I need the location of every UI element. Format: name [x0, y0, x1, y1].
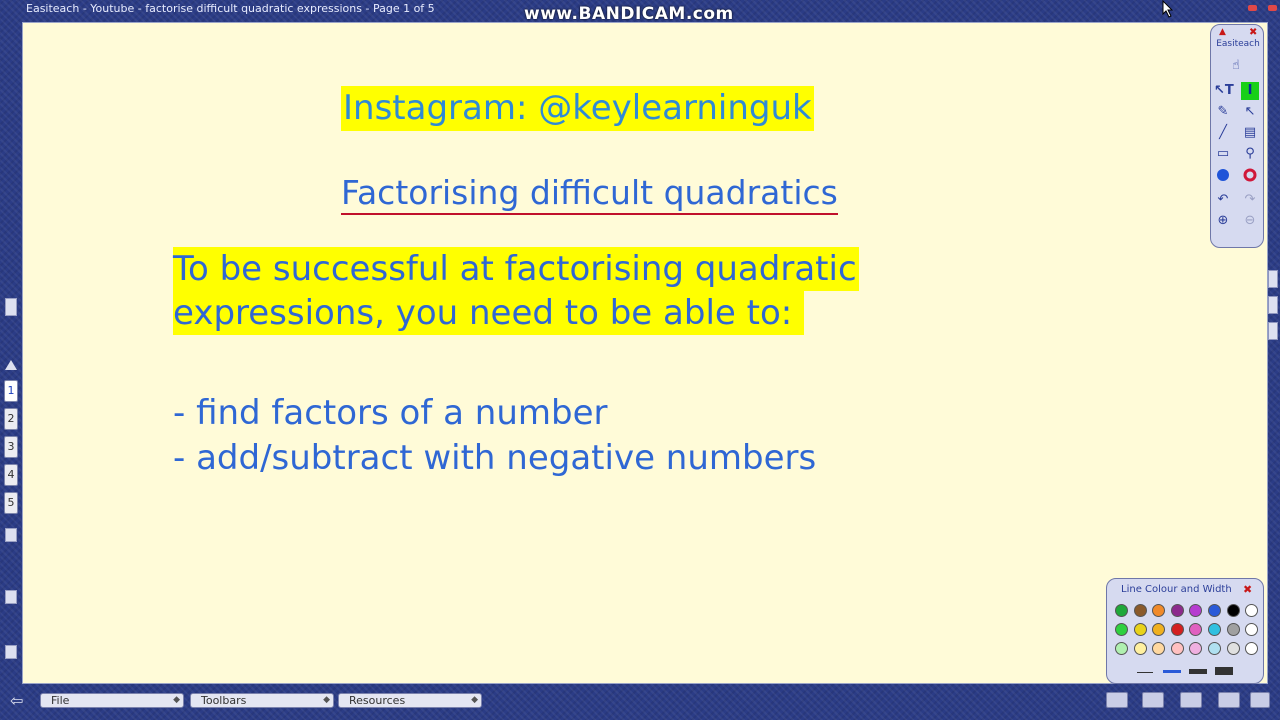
- page-scroll-up-icon[interactable]: [5, 360, 17, 370]
- settings-icon[interactable]: [1250, 692, 1270, 708]
- bandicam-watermark: www.BANDICAM.com: [524, 4, 734, 24]
- page-tab-5[interactable]: 5: [4, 492, 18, 514]
- right-tab[interactable]: [1268, 270, 1278, 288]
- undo-icon[interactable]: ↶: [1214, 191, 1232, 209]
- toolbars-menu[interactable]: Toolbars ◆: [190, 693, 334, 708]
- colour-swatch[interactable]: [1170, 642, 1184, 655]
- intro-text: To be successful at factorising quadrati…: [173, 247, 859, 335]
- colour-swatch[interactable]: [1208, 642, 1221, 655]
- instagram-handle: Instagram: @keylearninguk: [341, 86, 814, 131]
- chevron-down-icon: ◆: [471, 695, 478, 705]
- hand-icon[interactable]: ☝: [1227, 57, 1245, 75]
- intro-line: expressions, you need to be able to:: [173, 291, 805, 335]
- colour-swatch[interactable]: [1189, 623, 1203, 636]
- blue-dot-icon[interactable]: [1214, 168, 1232, 186]
- left-panel-grip[interactable]: [5, 298, 17, 316]
- palette-title: Line Colour and Width: [1121, 584, 1232, 595]
- colour-swatch[interactable]: [1189, 642, 1203, 655]
- toolbars-menu-label: Toolbars: [201, 694, 247, 707]
- colour-swatch[interactable]: [1133, 623, 1147, 636]
- colour-swatch[interactable]: [1245, 604, 1259, 617]
- chevron-down-icon: ◆: [173, 695, 180, 705]
- colour-swatch[interactable]: [1133, 604, 1147, 617]
- resources-menu-label: Resources: [349, 694, 406, 707]
- list-item: - add/subtract with negative numbers: [173, 438, 817, 478]
- bottom-toolbar: ⇦ File ◆ Toolbars ◆ Resources ◆: [0, 690, 1280, 720]
- colour-swatch[interactable]: [1115, 642, 1128, 655]
- page-options-button[interactable]: [5, 645, 17, 659]
- colour-swatch[interactable]: [1152, 604, 1166, 617]
- colour-swatch[interactable]: [1245, 642, 1259, 655]
- back-icon[interactable]: ⇦: [10, 691, 23, 710]
- slide-heading: Factorising difficult quadratics: [341, 173, 838, 215]
- line-width-medium[interactable]: [1163, 670, 1181, 673]
- right-tab[interactable]: [1268, 322, 1278, 340]
- resources-menu[interactable]: Resources ◆: [338, 693, 482, 708]
- page-scroll-down-icon[interactable]: [5, 590, 17, 604]
- keyboard-icon[interactable]: [1180, 692, 1202, 708]
- pen-icon[interactable]: ✎: [1214, 103, 1232, 121]
- toolbox-title: Easiteach: [1216, 39, 1260, 49]
- line-icon[interactable]: ╱: [1214, 124, 1232, 142]
- right-tab[interactable]: [1268, 296, 1278, 314]
- forward-icon[interactable]: [1218, 692, 1240, 708]
- line-width-thick[interactable]: [1189, 669, 1207, 674]
- colour-swatch[interactable]: [1115, 604, 1128, 617]
- page-tab-3[interactable]: 3: [4, 436, 18, 458]
- colour-swatch[interactable]: [1152, 623, 1166, 636]
- rectangle-icon[interactable]: ▭: [1214, 145, 1232, 163]
- colour-swatch[interactable]: [1208, 623, 1221, 636]
- redo-icon[interactable]: ↷: [1241, 191, 1259, 209]
- page-tab-4[interactable]: 4: [4, 464, 18, 486]
- colour-swatch[interactable]: [1189, 604, 1203, 617]
- page-add-button[interactable]: [5, 528, 17, 542]
- palette-close-icon[interactable]: ✖: [1243, 583, 1252, 596]
- right-side-strip: [1268, 270, 1278, 348]
- ruler-icon[interactable]: [1142, 692, 1164, 708]
- intro-line: To be successful at factorising quadrati…: [173, 247, 859, 291]
- whiteboard-canvas[interactable]: Instagram: @keylearninguk Factorising di…: [22, 22, 1268, 684]
- text-tool-icon[interactable]: I: [1241, 82, 1259, 100]
- page-tab-2[interactable]: 2: [4, 408, 18, 430]
- close-button[interactable]: [1268, 5, 1277, 11]
- line-colour-palette: Line Colour and Width ✖: [1106, 578, 1264, 684]
- colour-swatch[interactable]: [1245, 623, 1259, 636]
- zoom-in-icon[interactable]: ⊕: [1214, 212, 1232, 230]
- colour-swatch[interactable]: [1170, 623, 1184, 636]
- easiteach-toolbox: ▲ ✖ Easiteach ☝ ↖T I ✎ ↖ ╱ ▤ ▭ ⚲ ↶ ↷ ⊕ ⊖: [1210, 24, 1264, 248]
- line-width-thin[interactable]: [1137, 672, 1153, 673]
- grid-icon[interactable]: [1106, 692, 1128, 708]
- file-menu[interactable]: File ◆: [40, 693, 184, 708]
- zoom-out-icon[interactable]: ⊖: [1241, 212, 1259, 230]
- stamp-icon[interactable]: ▤: [1241, 124, 1259, 142]
- colour-swatch[interactable]: [1226, 642, 1240, 655]
- colour-swatch[interactable]: [1133, 642, 1147, 655]
- colour-swatch[interactable]: [1226, 604, 1240, 617]
- fill-icon[interactable]: ⚲: [1241, 145, 1259, 163]
- toolbox-close-icon[interactable]: ✖: [1249, 27, 1257, 38]
- select-text-icon[interactable]: ↖T: [1214, 82, 1234, 100]
- page-navigator: 1 2 3 4 5: [4, 380, 18, 520]
- colour-swatch[interactable]: [1115, 623, 1128, 636]
- pointer-icon[interactable]: ↖: [1241, 103, 1259, 121]
- red-ring-icon[interactable]: [1241, 168, 1259, 186]
- colour-swatch[interactable]: [1170, 604, 1184, 617]
- title-bar: Easiteach - Youtube - factorise difficul…: [0, 0, 1280, 24]
- collapse-up-icon[interactable]: ▲: [1219, 27, 1226, 37]
- page-tab-1[interactable]: 1: [4, 380, 18, 402]
- skills-list: - find factors of a number - add/subtrac…: [173, 391, 816, 481]
- window-title: Easiteach - Youtube - factorise difficul…: [26, 2, 435, 15]
- chevron-down-icon: ◆: [323, 695, 330, 705]
- colour-swatch[interactable]: [1152, 642, 1166, 655]
- line-width-thickest[interactable]: [1215, 667, 1233, 675]
- mouse-cursor-icon: [1162, 0, 1174, 18]
- list-item: - find factors of a number: [173, 393, 608, 433]
- colour-swatch[interactable]: [1226, 623, 1240, 636]
- minimize-button[interactable]: [1248, 5, 1257, 11]
- colour-swatch[interactable]: [1208, 604, 1221, 617]
- file-menu-label: File: [51, 694, 70, 707]
